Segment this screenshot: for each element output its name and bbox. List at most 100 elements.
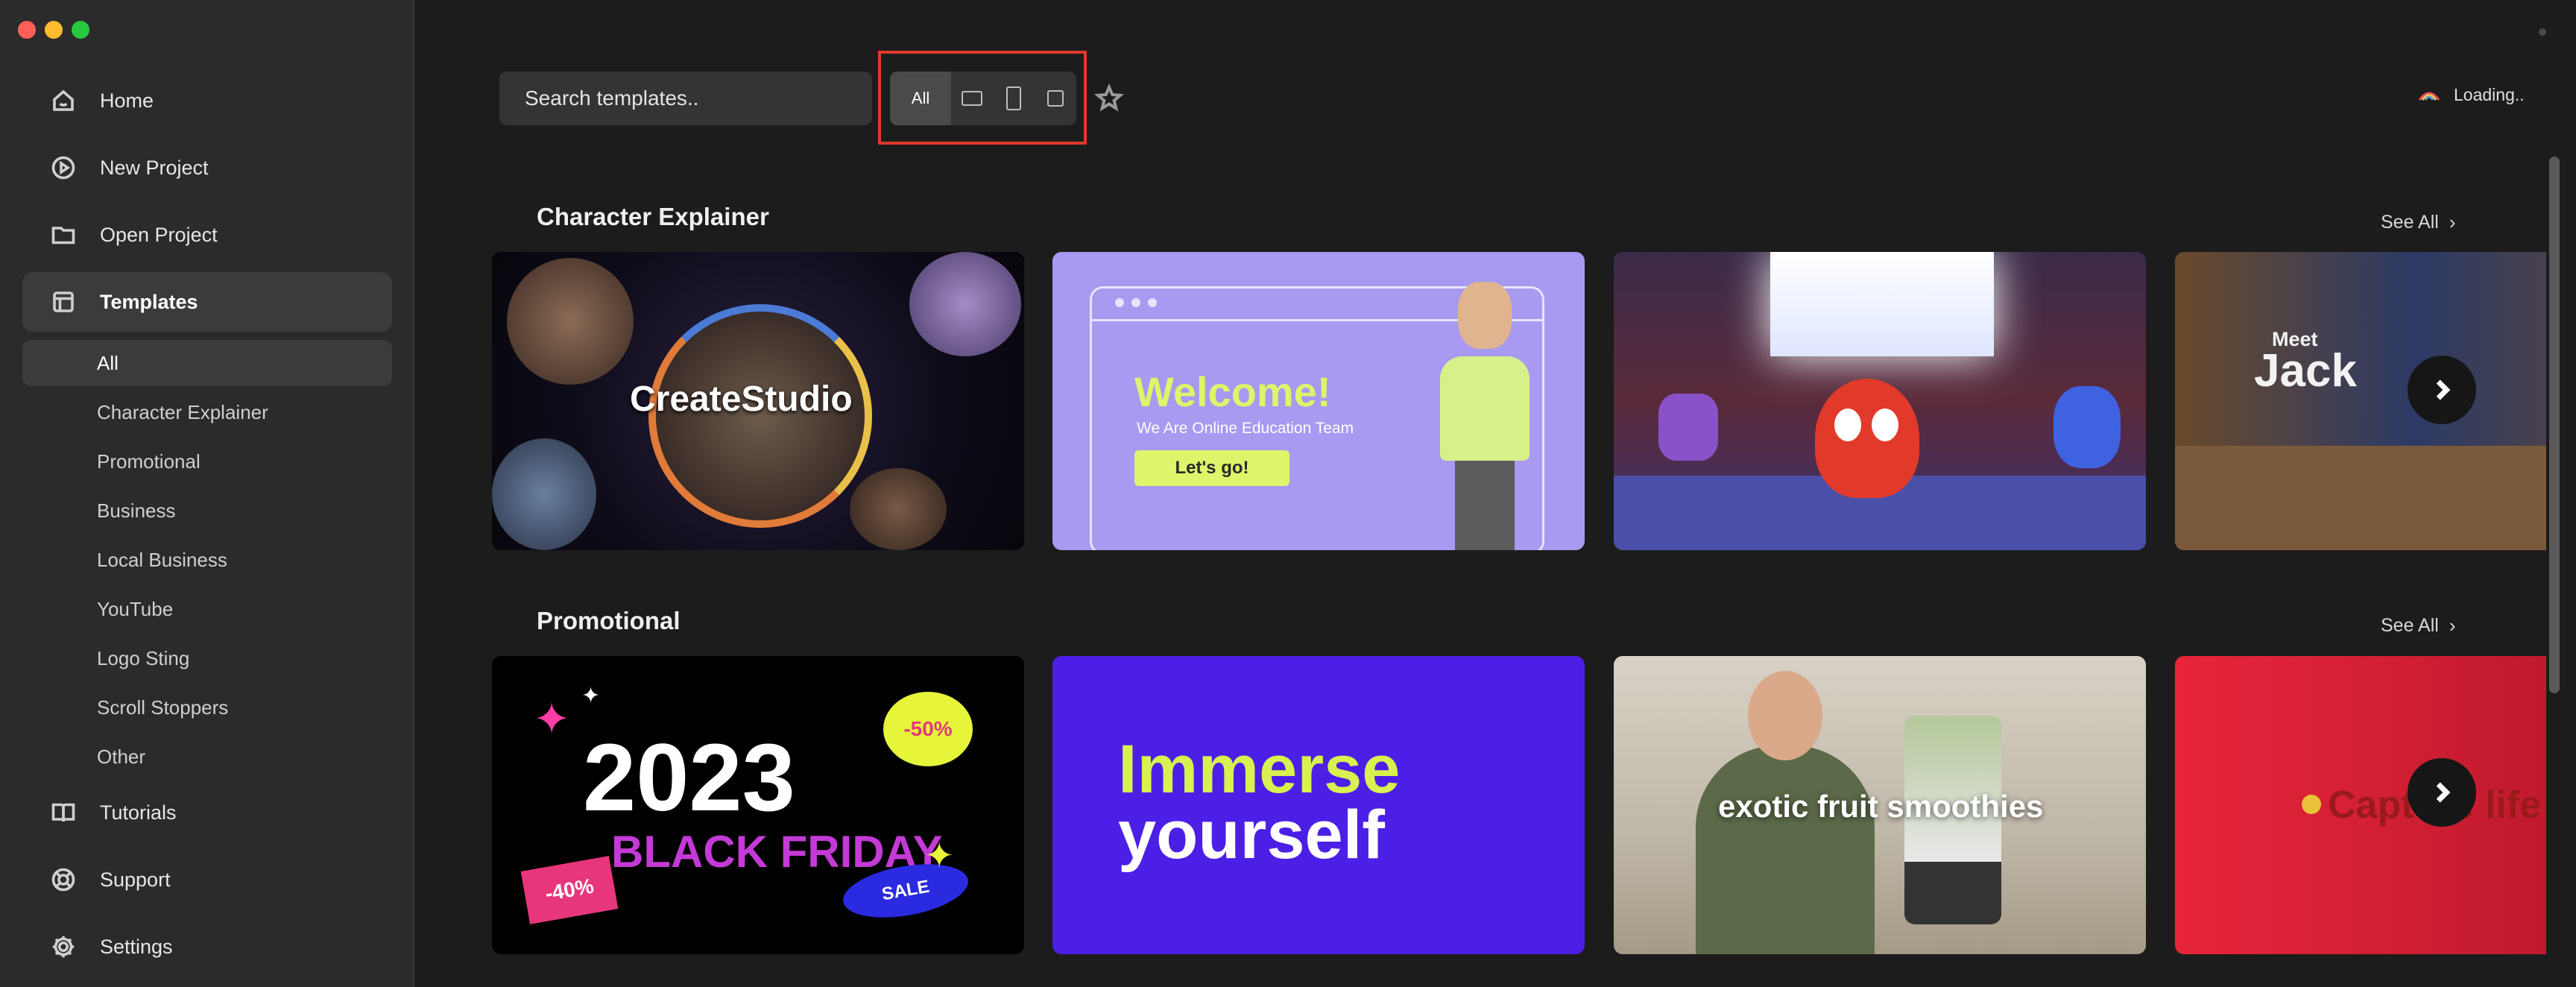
portrait-icon — [1006, 86, 1021, 110]
sidebar-item-support[interactable]: Support — [22, 850, 392, 909]
chevron-right-icon — [2436, 379, 2451, 400]
sidebar-item-tutorials[interactable]: Tutorials — [22, 783, 392, 842]
card-title: Welcome! — [1134, 368, 1331, 415]
sidebar-item-new-project[interactable]: New Project — [22, 138, 392, 198]
sidebar-item-home[interactable]: Home — [22, 71, 392, 130]
section-title-promotional: Promotional — [537, 607, 681, 634]
template-card[interactable]: Capture life — [2175, 656, 2546, 954]
sidebar-subitem-label: Character Explainer — [97, 400, 268, 423]
home-icon — [49, 86, 78, 115]
sidebar-subitem-youtube[interactable]: YouTube — [22, 586, 392, 632]
sidebar-item-label: New Project — [100, 156, 209, 179]
character-figure — [2053, 386, 2121, 468]
card-cta-graphic: Let's go! — [1134, 450, 1289, 486]
sidebar-subitem-other[interactable]: Other — [22, 734, 392, 780]
filter-square-button[interactable] — [1035, 72, 1076, 125]
sidebar-subitem-label: Other — [97, 745, 146, 768]
layout-icon — [49, 288, 78, 316]
card-cta-label: Let's go! — [1175, 458, 1249, 478]
chevron-right-icon: › — [2449, 614, 2456, 637]
sidebar-item-label: Tutorials — [100, 801, 177, 824]
sidebar-subitem-all[interactable]: All — [22, 340, 392, 386]
filter-all-button[interactable]: All — [890, 72, 951, 125]
thumbnail-graphic — [492, 438, 596, 550]
sidebar-item-label: Settings — [100, 935, 173, 958]
sidebar-item-label: Home — [100, 89, 154, 112]
person-figure — [1696, 745, 1875, 954]
sidebar: Home New Project Open Project Templates … — [0, 0, 414, 987]
card-title-secondary: Jack — [2254, 345, 2357, 397]
gear-icon — [49, 933, 78, 961]
see-all-character-explainer[interactable]: See All › — [2381, 211, 2456, 234]
sidebar-item-open-project[interactable]: Open Project — [22, 205, 392, 265]
book-icon — [49, 798, 78, 827]
favorites-star-icon[interactable] — [1093, 83, 1125, 113]
minimize-window-button[interactable] — [45, 21, 63, 39]
thumbnail-graphic — [2175, 446, 2546, 550]
character-figure — [1440, 282, 1530, 550]
see-all-label: See All — [2381, 615, 2439, 636]
card-title: exotic fruit smoothies — [1718, 789, 2044, 824]
folder-icon — [49, 221, 78, 249]
sidebar-subitem-label: Promotional — [97, 450, 201, 473]
thumbnail-graphic — [1834, 409, 1861, 441]
sidebar-subitem-label: Logo Sting — [97, 646, 190, 669]
character-figure — [1658, 394, 1718, 461]
sidebar-item-templates[interactable]: Templates — [22, 272, 392, 332]
template-card[interactable]: ✦ ✦ -50% 2023 BLACK FRIDAY -40% SALE ✦ — [492, 656, 1024, 954]
sidebar-subitem-label: Business — [97, 499, 176, 522]
filter-landscape-button[interactable] — [951, 72, 993, 125]
close-window-button[interactable] — [18, 21, 36, 39]
character-figure — [1815, 379, 1919, 498]
sidebar-subitem-local-business[interactable]: Local Business — [22, 537, 392, 583]
template-row-character-explainer: CreateStudio Welcome! We Are Online Educ… — [492, 252, 2546, 550]
zoom-window-button[interactable] — [72, 21, 89, 39]
sidebar-item-label: Support — [100, 868, 171, 891]
sidebar-subitem-character-explainer[interactable]: Character Explainer — [22, 389, 392, 435]
discount-badge: -40% — [520, 856, 619, 924]
sidebar-subitem-label: Scroll Stoppers — [97, 696, 229, 719]
person-figure — [1748, 671, 1822, 760]
thumbnail-graphic — [909, 252, 1021, 356]
template-card[interactable] — [1614, 252, 2146, 550]
sidebar-item-settings[interactable]: Settings — [22, 917, 392, 977]
see-all-promotional[interactable]: See All › — [2381, 614, 2456, 637]
card-subtitle: We Are Online Education Team — [1137, 420, 1354, 437]
filter-all-label: All — [911, 89, 930, 107]
sidebar-subitem-promotional[interactable]: Promotional — [22, 438, 392, 485]
sale-badge-label: SALE — [880, 876, 931, 905]
template-card[interactable]: Meet Jack — [2175, 252, 2546, 550]
carousel-next-button-promotional[interactable] — [2408, 758, 2476, 827]
template-card[interactable]: exotic fruit smoothies — [1614, 656, 2146, 954]
loading-status: Loading.. — [2416, 85, 2525, 105]
sidebar-subitem-label: YouTube — [97, 597, 174, 620]
window-controls — [18, 21, 89, 39]
chevron-right-icon: › — [2449, 211, 2456, 233]
sparkle-icon: ✦ — [581, 684, 601, 708]
search-input[interactable]: Search templates.. — [499, 72, 872, 125]
sparkle-icon: ✦ — [924, 836, 955, 876]
card-title: CreateStudio — [630, 379, 853, 419]
see-all-label: See All — [2381, 212, 2439, 233]
search-placeholder: Search templates.. — [525, 86, 699, 110]
sidebar-subitem-business[interactable]: Business — [22, 488, 392, 534]
sidebar-subitem-scroll-stoppers[interactable]: Scroll Stoppers — [22, 684, 392, 731]
sidebar-subitem-label: Local Business — [97, 548, 227, 571]
vertical-scrollbar[interactable] — [2549, 157, 2560, 693]
filter-portrait-button[interactable] — [993, 72, 1035, 125]
template-card[interactable]: Immerse yourself — [1052, 656, 1585, 954]
carousel-next-button-character-explainer[interactable] — [2408, 356, 2476, 424]
sidebar-subitem-logo-sting[interactable]: Logo Sting — [22, 635, 392, 681]
discount-badge-label: -40% — [543, 874, 596, 906]
card-title: 2023 — [583, 725, 795, 831]
discount-badge-label: -50% — [903, 717, 953, 740]
sidebar-subitem-label: All — [97, 351, 119, 374]
play-circle-icon — [49, 154, 78, 182]
aspect-filter-group: All — [890, 72, 1076, 125]
square-icon — [1047, 90, 1064, 107]
landscape-icon — [962, 91, 982, 106]
template-row-promotional: ✦ ✦ -50% 2023 BLACK FRIDAY -40% SALE ✦ I… — [492, 656, 2546, 954]
template-card[interactable]: CreateStudio — [492, 252, 1024, 550]
card-title-secondary: yourself — [1118, 797, 1385, 873]
template-card[interactable]: Welcome! We Are Online Education Team Le… — [1052, 252, 1585, 550]
